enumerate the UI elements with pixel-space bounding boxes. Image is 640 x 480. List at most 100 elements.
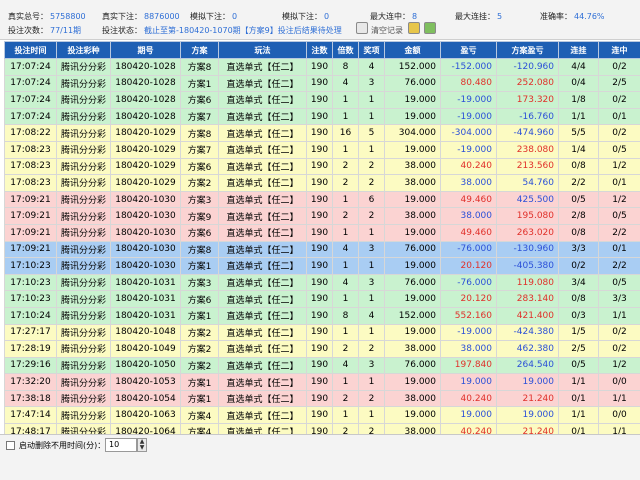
cell-play: 直选单式【任二】 [218, 340, 307, 358]
table-row[interactable]: 17:09:21 腾讯分分彩 180420-1030 方案9 直选单式【任二】 190 2 2… [4, 207, 640, 225]
minutes-stepper[interactable]: ▲ ▼ [137, 438, 147, 452]
cell-play: 直选单式【任二】 [218, 58, 307, 76]
cell-prize: 3 [358, 240, 385, 259]
cell-period: 180420-1029 [110, 140, 181, 159]
cell-count: 190 [306, 306, 333, 325]
cell-mult: 4 [332, 240, 359, 259]
table-row[interactable]: 17:08:22 腾讯分分彩 180420-1029 方案8 直选单式【任二】 190 16… [4, 124, 640, 142]
cell-lose: 2/5 [558, 340, 599, 358]
cell-period: 180420-1029 [110, 174, 181, 192]
cell-plan-pnl: 252.080 [496, 74, 559, 93]
cell-pnl: 40.240 [440, 157, 497, 176]
cell-plan-pnl: -405.380 [496, 257, 559, 275]
cell-amount: 19.000 [384, 140, 441, 159]
cell-amount: 19.000 [384, 223, 441, 242]
chevron-down-icon[interactable]: ▼ [138, 445, 146, 451]
column-header[interactable]: 金额 [384, 41, 441, 59]
cell-mult: 1 [332, 91, 359, 109]
table-row[interactable]: 17:07:24 腾讯分分彩 180420-1028 方案8 直选单式【任二】 190 8 4… [4, 58, 640, 76]
column-header[interactable]: 方案盈亏 [496, 41, 559, 59]
table-row[interactable]: 17:29:16 腾讯分分彩 180420-1050 方案2 直选单式【任二】 190 4 3… [4, 356, 640, 375]
refresh-icon[interactable] [424, 22, 436, 34]
column-header[interactable]: 投注时间 [4, 41, 57, 59]
column-header[interactable]: 连挂 [558, 41, 599, 59]
table-row[interactable]: 17:28:19 腾讯分分彩 180420-1049 方案2 直选单式【任二】 190 2 2… [4, 340, 640, 358]
clear-icon[interactable] [356, 22, 368, 34]
column-header[interactable]: 投注彩种 [56, 41, 111, 59]
cell-pnl: 38.000 [440, 340, 497, 358]
table-row[interactable]: 17:47:14 腾讯分分彩 180420-1063 方案4 直选单式【任二】 190 1 1… [4, 406, 640, 425]
cell-count: 190 [306, 373, 333, 391]
cell-count: 190 [306, 273, 333, 292]
cell-period: 180420-1031 [110, 290, 181, 308]
cell-mult: 4 [332, 356, 359, 375]
table-row[interactable]: 17:08:23 腾讯分分彩 180420-1029 方案6 直选单式【任二】 190 2 2… [4, 157, 640, 176]
column-header[interactable]: 方案 [180, 41, 219, 59]
cell-time: 17:28:19 [4, 340, 57, 358]
cell-game: 腾讯分分彩 [56, 340, 111, 358]
auto-delete-checkbox[interactable] [6, 441, 15, 450]
column-header[interactable]: 连中 [598, 41, 640, 59]
cell-win: 0/5 [598, 207, 640, 225]
cell-plan: 方案2 [180, 340, 219, 358]
table-row[interactable]: 17:07:24 腾讯分分彩 180420-1028 方案7 直选单式【任二】 190 1 1… [4, 107, 640, 126]
table-row[interactable]: 17:07:24 腾讯分分彩 180420-1028 方案6 直选单式【任二】 190 1 1… [4, 91, 640, 109]
table-row[interactable]: 17:32:20 腾讯分分彩 180420-1053 方案1 直选单式【任二】 190 1 1… [4, 373, 640, 391]
cell-play: 直选单式【任二】 [218, 223, 307, 242]
cell-count: 190 [306, 74, 333, 93]
table-row[interactable]: 17:09:21 腾讯分分彩 180420-1030 方案6 直选单式【任二】 190 1 1… [4, 223, 640, 242]
cell-play: 直选单式【任二】 [218, 373, 307, 391]
minutes-input[interactable]: 10 [105, 438, 137, 452]
table-row[interactable]: 17:08:23 腾讯分分彩 180420-1029 方案2 直选单式【任二】 190 2 2… [4, 174, 640, 192]
column-header[interactable]: 倍数 [332, 41, 359, 59]
cell-plan-pnl: 421.400 [496, 306, 559, 325]
cell-play: 直选单式【任二】 [218, 257, 307, 275]
cell-play: 直选单式【任二】 [218, 91, 307, 109]
cell-lose: 3/4 [558, 273, 599, 292]
column-header[interactable]: 注数 [306, 41, 333, 59]
table-row[interactable]: 17:09:21 腾讯分分彩 180420-1030 方案8 直选单式【任二】 190 4 3… [4, 240, 640, 259]
cell-mult: 4 [332, 74, 359, 93]
cell-time: 17:29:16 [4, 356, 57, 375]
cell-mult: 1 [332, 290, 359, 308]
column-header[interactable]: 奖项 [358, 41, 385, 59]
table-row[interactable]: 17:08:23 腾讯分分彩 180420-1029 方案7 直选单式【任二】 190 1 1… [4, 140, 640, 159]
cell-plan: 方案8 [180, 124, 219, 142]
cell-prize: 1 [358, 373, 385, 391]
cell-time: 17:08:23 [4, 174, 57, 192]
cell-period: 180420-1050 [110, 356, 181, 375]
table-row[interactable]: 17:10:23 腾讯分分彩 180420-1031 方案6 直选单式【任二】 190 1 1… [4, 290, 640, 308]
table-row[interactable]: 17:38:18 腾讯分分彩 180420-1054 方案1 直选单式【任二】 190 2 2… [4, 389, 640, 408]
cell-count: 190 [306, 190, 333, 209]
stat-label: 投注次数： [8, 26, 48, 35]
cell-amount: 304.000 [384, 124, 441, 142]
table-row[interactable]: 17:10:23 腾讯分分彩 180420-1030 方案1 直选单式【任二】 190 1 1… [4, 257, 640, 275]
table-row[interactable]: 17:10:24 腾讯分分彩 180420-1031 方案1 直选单式【任二】 190 8 4… [4, 306, 640, 325]
cell-lose: 0/8 [558, 223, 599, 242]
cell-amount: 19.000 [384, 290, 441, 308]
cell-win: 0/2 [598, 340, 640, 358]
cell-game: 腾讯分分彩 [56, 306, 111, 325]
cell-period: 180420-1028 [110, 91, 181, 109]
column-header[interactable]: 盈亏 [440, 41, 497, 59]
clear-records-button[interactable]: 清空记录 [371, 25, 403, 36]
cell-mult: 2 [332, 174, 359, 192]
cell-prize: 3 [358, 74, 385, 93]
cell-win: 1/2 [598, 157, 640, 176]
cell-plan: 方案6 [180, 290, 219, 308]
cell-period: 180420-1028 [110, 74, 181, 93]
cell-mult: 1 [332, 140, 359, 159]
cell-mult: 1 [332, 373, 359, 391]
cell-win: 2/2 [598, 257, 640, 275]
stat-label: 真实下注： [102, 12, 142, 21]
cell-play: 直选单式【任二】 [218, 356, 307, 375]
stat-value: 77/11期 [50, 26, 82, 35]
table-row[interactable]: 17:07:24 腾讯分分彩 180420-1028 方案1 直选单式【任二】 190 4 3… [4, 74, 640, 93]
trash-icon[interactable] [408, 22, 420, 34]
table-row[interactable]: 17:09:21 腾讯分分彩 180420-1030 方案3 直选单式【任二】 190 1 6… [4, 190, 640, 209]
column-header[interactable]: 玩法 [218, 41, 307, 59]
table-row[interactable]: 17:27:17 腾讯分分彩 180420-1048 方案2 直选单式【任二】 190 1 1… [4, 323, 640, 342]
cell-mult: 1 [332, 406, 359, 425]
column-header[interactable]: 期号 [110, 41, 181, 59]
table-row[interactable]: 17:10:23 腾讯分分彩 180420-1031 方案3 直选单式【任二】 190 4 3… [4, 273, 640, 292]
